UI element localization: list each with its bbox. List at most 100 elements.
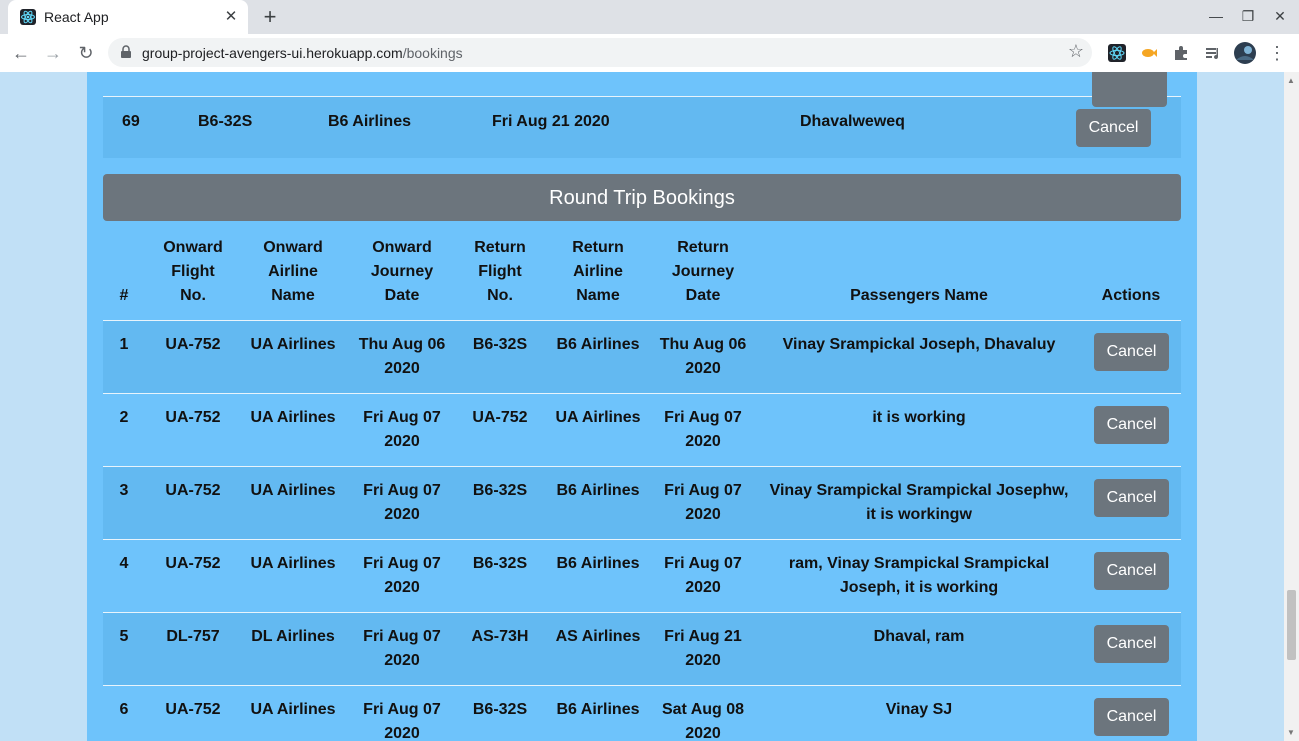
cell-return-date: Sat Aug 08 2020 [661,701,745,741]
cell-return-airline: B6 Airlines [556,482,640,499]
cell-return-airline: B6 Airlines [556,701,640,718]
cell-onward-flight: UA-752 [165,482,221,499]
back-icon[interactable]: ← [10,42,32,64]
passenger-name: Dhavalweweq [800,113,905,130]
cell-return-flight: AS-73H [471,628,529,645]
header-passengers: Passengers Name [850,287,988,304]
cell-index: 6 [119,701,129,718]
header-onward-flight: Onward Flight No. [163,239,223,304]
cancel-button[interactable]: Cancel [1094,333,1169,371]
booking-id: 69 [122,113,140,130]
table-row: 6 UA-752 UA Airlines Fri Aug 07 2020 B6-32S B… [103,686,1181,741]
cell-return-flight: B6-32S [472,555,528,572]
minimize-icon[interactable]: — [1206,8,1226,26]
cell-index: 1 [119,336,129,353]
cell-onward-airline: DL Airlines [251,628,335,645]
cell-return-airline: B6 Airlines [556,555,640,572]
header-onward-date: Onward Journey Date [370,239,434,304]
fish-extension-icon[interactable] [1140,44,1158,62]
cancel-button-partial[interactable] [1092,72,1167,107]
cell-return-flight: B6-32S [472,701,528,718]
cell-onward-airline: UA Airlines [250,555,336,572]
cell-return-airline: B6 Airlines [556,336,640,353]
cell-onward-flight: UA-752 [165,555,221,572]
url-host: group-project-avengers-ui.herokuapp.com [142,45,403,61]
table-row: 4 UA-752 UA Airlines Fri Aug 07 2020 B6-32S B… [103,540,1181,613]
address-bar[interactable]: group-project-avengers-ui.herokuapp.com/… [108,38,1092,67]
forward-icon[interactable]: → [42,42,64,64]
scroll-down-icon[interactable]: ▼ [1287,728,1295,737]
cell-index: 5 [119,628,129,645]
url-path: /bookings [402,45,463,61]
cell-return-date: Thu Aug 06 2020 [659,336,747,377]
cell-onward-date: Fri Aug 07 2020 [363,482,441,523]
browser-tab[interactable]: React App ✕ [8,0,248,34]
table-row: 2 UA-752 UA Airlines Fri Aug 07 2020 UA-752 U… [103,394,1181,467]
cell-index: 4 [119,555,129,572]
cancel-button[interactable]: Cancel [1094,479,1169,517]
cell-return-date: Fri Aug 07 2020 [664,555,742,596]
cell-onward-flight: UA-752 [165,701,221,718]
cell-passengers: Dhaval, ram [873,628,965,645]
header-return-airline: Return Airline Name [572,239,624,304]
table-row: 1 UA-752 UA Airlines Thu Aug 06 2020 B6-32S B… [103,321,1181,394]
profile-avatar[interactable] [1234,42,1256,64]
one-way-booking-row: 69 B6-32S B6 Airlines Fri Aug 21 2020 Dh… [103,72,1181,158]
cancel-button[interactable]: Cancel [1094,625,1169,663]
cell-return-airline: AS Airlines [555,628,641,645]
airline-name: B6 Airlines [328,113,411,130]
cell-passengers: Vinay SJ [885,701,953,718]
scrollbar-thumb[interactable] [1287,590,1296,660]
bookmark-star-icon[interactable]: ☆ [1068,41,1084,62]
menu-kebab-icon[interactable]: ⋮ [1266,42,1288,64]
table-row: 3 UA-752 UA Airlines Fri Aug 07 2020 B6-32S B… [103,467,1181,540]
close-tab-icon[interactable]: ✕ [222,7,240,25]
react-logo-icon [20,9,36,25]
cancel-button[interactable]: Cancel [1094,698,1169,736]
table-row: 5 DL-757 DL Airlines Fri Aug 07 2020 AS-73H A… [103,613,1181,686]
table-header: # Onward Flight No. Onward Airline Name … [103,232,1181,322]
cell-passengers: it is working [872,409,966,426]
new-tab-icon[interactable]: + [259,4,281,30]
cell-onward-airline: UA Airlines [250,336,336,353]
cell-index: 2 [119,409,129,426]
media-queue-icon[interactable] [1204,44,1222,62]
header-return-flight: Return Flight No. [474,239,526,304]
tab-bar: React App ✕ + — ❐ ✕ [0,0,1299,34]
header-return-date: Return Journey Date [671,239,735,304]
extensions-puzzle-icon[interactable] [1172,44,1190,62]
cell-onward-date: Thu Aug 06 2020 [358,336,446,377]
cell-passengers: Vinay Srampickal Srampickal Josephw, it … [769,482,1069,523]
lock-icon [121,45,131,58]
cell-onward-airline: UA Airlines [250,409,336,426]
cell-passengers: ram, Vinay Srampickal Srampickal Joseph,… [788,555,1050,596]
cell-onward-date: Fri Aug 07 2020 [363,409,441,450]
cancel-button[interactable]: Cancel [1094,552,1169,590]
round-trip-title: Round Trip Bookings [103,174,1181,221]
reload-icon[interactable]: ↻ [75,42,97,64]
page-scrollbar[interactable]: ▲ ▼ [1284,72,1299,741]
window-close-icon[interactable]: ✕ [1270,8,1290,26]
cell-onward-airline: UA Airlines [250,701,336,718]
flight-no: B6-32S [198,113,253,130]
cell-onward-flight: UA-752 [165,336,221,353]
restore-icon[interactable]: ❐ [1238,8,1258,26]
url-text: group-project-avengers-ui.herokuapp.com/… [142,45,463,61]
cell-passengers: Vinay Srampickal Joseph, Dhavaluy [782,336,1056,353]
cell-return-date: Fri Aug 07 2020 [664,409,742,450]
journey-date: Fri Aug 21 2020 [492,113,610,130]
bookings-container: 69 B6-32S B6 Airlines Fri Aug 21 2020 Dh… [87,72,1197,741]
cell-return-flight: B6-32S [472,336,528,353]
cell-return-flight: B6-32S [472,482,528,499]
cell-index: 3 [119,482,129,499]
react-devtools-icon[interactable] [1108,44,1126,62]
header-index: # [119,287,129,304]
cell-onward-flight: UA-752 [165,409,221,426]
cancel-button[interactable]: Cancel [1094,406,1169,444]
scroll-up-icon[interactable]: ▲ [1287,76,1295,85]
browser-toolbar: ← → ↻ group-project-avengers-ui.herokuap… [0,34,1299,73]
cancel-button[interactable]: Cancel [1076,109,1151,147]
cell-return-date: Fri Aug 21 2020 [664,628,742,669]
cell-return-flight: UA-752 [472,409,528,426]
cell-onward-date: Fri Aug 07 2020 [363,701,441,741]
